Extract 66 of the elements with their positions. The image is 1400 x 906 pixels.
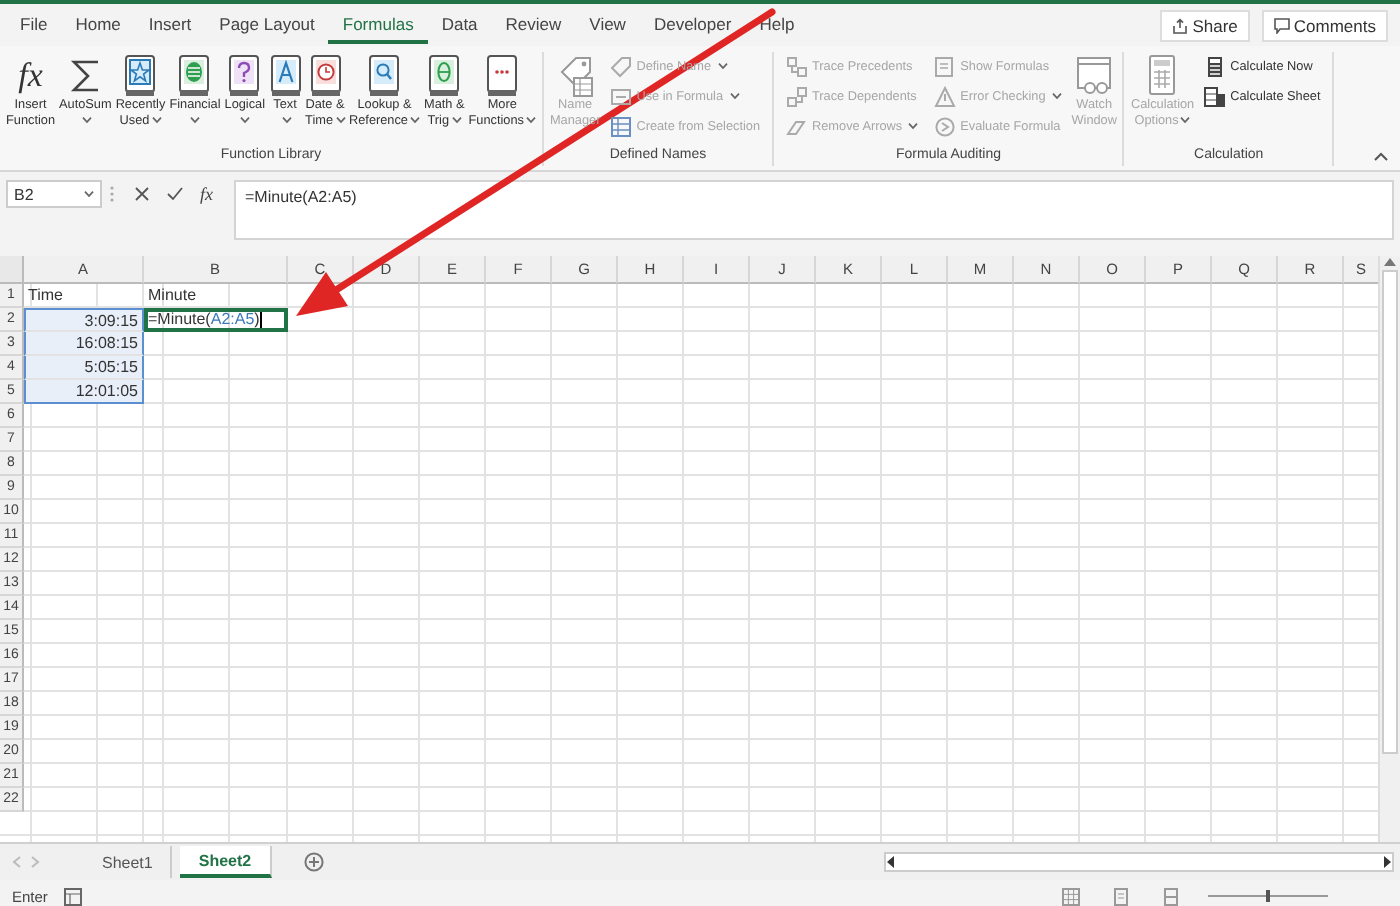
grid-icon <box>610 115 633 137</box>
page-layout-icon[interactable] <box>1112 887 1130 905</box>
tag-icon <box>610 55 633 77</box>
dots-book-icon <box>486 53 519 97</box>
ribbon-tab[interactable]: Home <box>61 7 135 43</box>
share-button[interactable]: Share <box>1160 9 1250 41</box>
coin-book-icon <box>178 53 211 97</box>
trace-icon <box>786 55 809 77</box>
question-book-icon <box>228 53 261 97</box>
ribbon-tab[interactable]: Developer <box>639 7 746 43</box>
ribbon-tab[interactable]: View <box>575 7 640 43</box>
table-cell[interactable]: Minute <box>144 284 288 308</box>
evaluate-icon <box>934 115 957 137</box>
check-icon[interactable] <box>166 186 184 202</box>
collapse-ribbon-icon[interactable] <box>1374 152 1388 162</box>
macro-recording-icon[interactable] <box>63 887 82 905</box>
scroll-up-icon[interactable] <box>1384 256 1396 266</box>
insert-function-button[interactable]: fx <box>200 184 213 204</box>
sigma-icon <box>69 55 102 95</box>
table-cell[interactable]: 5:05:15 <box>24 356 144 380</box>
share-icon <box>1172 17 1189 33</box>
page-break-icon[interactable] <box>1162 887 1180 905</box>
calculator-icon <box>1146 53 1179 97</box>
comment-icon <box>1273 17 1290 33</box>
ribbon-tab[interactable]: Data <box>427 7 492 43</box>
table-cell[interactable]: 3:09:15 <box>24 308 144 332</box>
tag-icon <box>555 53 596 97</box>
sheet-tab[interactable]: Sheet1 <box>84 846 173 878</box>
cancel-icon[interactable] <box>134 186 150 202</box>
add-sheet-icon[interactable] <box>303 852 324 872</box>
formula-field[interactable]: =Minute(A2:A5) <box>233 180 1394 240</box>
table-cell[interactable]: 16:08:15 <box>24 332 144 356</box>
caret-icon <box>84 190 94 198</box>
table-cell[interactable]: 12:01:05 <box>24 380 144 404</box>
watch-window-icon <box>1074 53 1115 97</box>
normal-view-icon[interactable] <box>1062 887 1080 905</box>
next-sheet-icon[interactable] <box>30 856 40 868</box>
previous-sheet-icon[interactable] <box>12 856 22 868</box>
theta-book-icon <box>428 53 461 97</box>
magnifier-book-icon <box>368 53 401 97</box>
ribbon-tab[interactable]: Insert <box>134 7 206 43</box>
scroll-left-icon[interactable] <box>886 856 896 868</box>
name-box[interactable]: B2 <box>6 180 102 208</box>
scroll-right-icon[interactable] <box>1382 856 1392 868</box>
ribbon-tab[interactable]: File <box>6 7 62 43</box>
select-all-button[interactable] <box>0 256 24 284</box>
trace-icon <box>786 85 809 107</box>
horizontal-scrollbar[interactable] <box>884 852 1394 872</box>
vertical-scrollbar[interactable] <box>1378 256 1400 842</box>
comments-button[interactable]: Comments <box>1261 9 1388 41</box>
ribbon-tab[interactable]: Review <box>491 7 576 43</box>
calculator-icon <box>1204 55 1227 77</box>
warning-icon <box>934 85 957 107</box>
zoom-slider[interactable] <box>1208 888 1328 904</box>
sheet-tab[interactable]: Sheet2 <box>180 846 272 878</box>
eraser-icon <box>786 115 809 137</box>
function-icon: fx <box>18 55 43 95</box>
table-cell[interactable]: =Minute(A2:A5) <box>144 308 288 332</box>
formula-icon <box>610 85 633 107</box>
formula-sheet-icon <box>934 55 957 77</box>
clock-book-icon <box>309 53 342 97</box>
letter-book-icon <box>269 53 302 97</box>
sheet-calculator-icon <box>1204 85 1227 107</box>
ribbon-tab[interactable]: Help <box>745 7 809 43</box>
star-book-icon <box>124 53 157 97</box>
ribbon-tab[interactable]: Page Layout <box>205 7 329 43</box>
